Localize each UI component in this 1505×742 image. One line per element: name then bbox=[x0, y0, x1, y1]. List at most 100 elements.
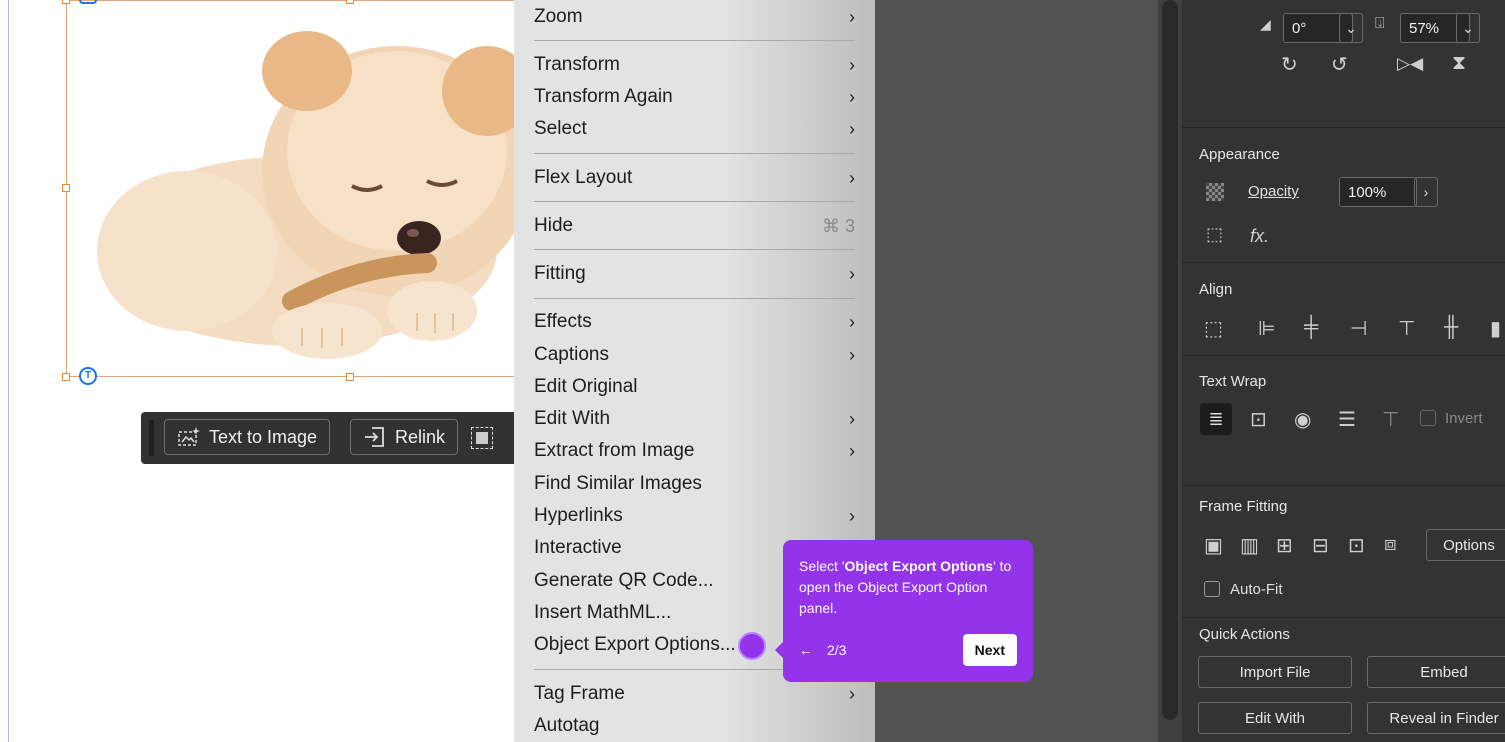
vertical-scrollbar[interactable] bbox=[1158, 0, 1182, 742]
taskbar-drag-handle[interactable] bbox=[149, 420, 154, 456]
edit-with-button[interactable]: Edit With bbox=[1198, 702, 1352, 734]
opacity-field[interactable]: 100% bbox=[1339, 177, 1417, 207]
menu-item-label: Zoom bbox=[534, 6, 583, 27]
menu-item-label: Fitting bbox=[534, 263, 586, 284]
menu-item-transform[interactable]: Transform › bbox=[534, 50, 855, 80]
menu-item-edit-with[interactable]: Edit With › bbox=[534, 404, 855, 434]
align-right-icon[interactable]: ⊣ bbox=[1350, 316, 1367, 341]
align-to-selection-icon[interactable]: ⬚ bbox=[1204, 316, 1223, 341]
menu-item-flex-layout[interactable]: Flex Layout › bbox=[534, 163, 855, 193]
center-content-icon[interactable]: ⊡ bbox=[1348, 533, 1365, 558]
menu-item-extract-from-image[interactable]: Extract from Image › bbox=[534, 436, 855, 466]
chevron-right-icon: › bbox=[849, 440, 855, 461]
text-to-image-button[interactable]: Text to Image bbox=[164, 419, 331, 455]
align-title: Align bbox=[1199, 281, 1233, 298]
align-horizontal-center-icon[interactable]: ╪ bbox=[1304, 316, 1318, 339]
jump-to-next-column-icon[interactable]: ⊤ bbox=[1382, 407, 1399, 432]
embed-button[interactable]: Embed bbox=[1367, 656, 1505, 688]
rotate-counterclockwise-icon[interactable]: ↺ bbox=[1331, 52, 1348, 77]
panel-divider bbox=[1182, 127, 1505, 128]
opacity-expand-button[interactable]: › bbox=[1414, 177, 1438, 207]
puppy-image bbox=[67, 1, 514, 376]
frame-handle-top-center[interactable] bbox=[346, 0, 354, 4]
image-frame[interactable] bbox=[66, 0, 515, 377]
appearance-title: Appearance bbox=[1199, 146, 1280, 163]
fit-content-proportionally-icon[interactable]: ▥ bbox=[1240, 533, 1259, 558]
menu-item-label: Hyperlinks bbox=[534, 505, 623, 526]
link-icon[interactable] bbox=[79, 0, 97, 4]
chevron-right-icon: › bbox=[849, 311, 855, 332]
menu-item-transform-again[interactable]: Transform Again › bbox=[534, 82, 855, 112]
reveal-in-finder-button[interactable]: Reveal in Finder bbox=[1367, 702, 1505, 734]
relink-icon bbox=[365, 427, 384, 447]
effects-fx-icon[interactable]: fx. bbox=[1250, 226, 1269, 247]
frame-fitting-options-button[interactable]: Options bbox=[1426, 529, 1505, 561]
menu-item-select[interactable]: Select › bbox=[534, 114, 855, 144]
no-text-wrap-icon[interactable]: ≣ bbox=[1200, 403, 1232, 435]
fit-frame-to-content-icon[interactable]: ⊞ bbox=[1276, 533, 1293, 558]
frame-handle-bottom-center[interactable] bbox=[346, 373, 354, 381]
panel-divider bbox=[1182, 617, 1505, 618]
scale-dropdown[interactable]: ⌄ bbox=[1456, 13, 1480, 43]
tooltip-next-button[interactable]: Next bbox=[962, 634, 1017, 666]
fill-frame-proportionally-icon[interactable]: ▣ bbox=[1204, 533, 1223, 558]
align-left-icon[interactable]: ⊫ bbox=[1258, 316, 1275, 341]
relink-button[interactable]: Relink bbox=[350, 419, 459, 455]
opacity-label[interactable]: Opacity bbox=[1248, 183, 1299, 200]
frame-handle-top-left[interactable] bbox=[62, 0, 70, 4]
chevron-right-icon: › bbox=[849, 263, 855, 284]
menu-separator bbox=[534, 40, 855, 41]
menu-item-find-similar-images[interactable]: Find Similar Images bbox=[534, 469, 855, 499]
align-vertical-center-icon[interactable]: ╫ bbox=[1444, 316, 1458, 339]
chevron-right-icon: › bbox=[849, 344, 855, 365]
menu-item-label: Captions bbox=[534, 344, 609, 365]
auto-fit-checkbox[interactable] bbox=[1204, 581, 1220, 597]
chevron-right-icon: › bbox=[849, 167, 855, 188]
stroke-frame-icon[interactable]: ⬚ bbox=[1206, 224, 1223, 245]
text-type-icon[interactable]: T bbox=[79, 367, 97, 385]
menu-item-label: Effects bbox=[534, 311, 592, 332]
tooltip-text-bold: Object Export Options bbox=[844, 558, 994, 574]
tooltip-navigation: ← 2/3 bbox=[799, 642, 846, 658]
menu-item-hide[interactable]: Hide ⌘ 3 bbox=[534, 211, 855, 241]
frame-fit-icon[interactable] bbox=[471, 427, 493, 449]
fit-content-to-frame-icon[interactable]: ⊟ bbox=[1312, 533, 1329, 558]
menu-item-label: Transform Again bbox=[534, 86, 673, 107]
align-top-icon[interactable]: ⊤ bbox=[1398, 316, 1415, 341]
menu-item-fitting[interactable]: Fitting › bbox=[534, 259, 855, 289]
wrap-bounding-box-icon[interactable]: ⊡ bbox=[1250, 407, 1267, 432]
text-wrap-title: Text Wrap bbox=[1199, 373, 1267, 390]
tooltip-text: Select 'Object Export Options' to open t… bbox=[799, 556, 1017, 619]
menu-item-edit-original[interactable]: Edit Original bbox=[534, 372, 855, 402]
invert-checkbox[interactable] bbox=[1420, 410, 1436, 426]
menu-item-captions[interactable]: Captions › bbox=[534, 340, 855, 370]
menu-item-hyperlinks[interactable]: Hyperlinks › bbox=[534, 501, 855, 531]
document-page[interactable]: T Text to Image Relink bbox=[0, 0, 521, 742]
tour-hotspot-dot[interactable] bbox=[738, 632, 766, 660]
menu-item-label: Transform bbox=[534, 54, 620, 75]
shear-angle-dropdown[interactable]: ⌄ bbox=[1339, 13, 1363, 43]
frame-handle-bottom-left[interactable] bbox=[62, 373, 70, 381]
scale-icon: ⍗ bbox=[1375, 15, 1385, 32]
wrap-object-shape-icon[interactable]: ◉ bbox=[1294, 407, 1311, 432]
flip-horizontal-icon[interactable]: ▷◀ bbox=[1397, 54, 1423, 74]
chevron-right-icon: › bbox=[849, 683, 855, 704]
flip-vertical-icon[interactable]: ⧗ bbox=[1452, 52, 1466, 75]
menu-item-effects[interactable]: Effects › bbox=[534, 307, 855, 337]
quick-actions-title: Quick Actions bbox=[1199, 626, 1290, 643]
menu-separator bbox=[534, 201, 855, 202]
menu-item-tag-frame[interactable]: Tag Frame › bbox=[534, 679, 855, 709]
properties-panel: ◢ 0° ⌄ ⍗ 57% ⌄ ↻ ↺ ▷◀ ⧗ Appearance Opaci… bbox=[1182, 0, 1505, 742]
import-file-button[interactable]: Import File bbox=[1198, 656, 1352, 688]
opacity-checker-icon bbox=[1206, 183, 1224, 201]
rotate-clockwise-icon[interactable]: ↻ bbox=[1281, 52, 1298, 77]
menu-item-autotag[interactable]: Autotag bbox=[534, 711, 855, 741]
back-arrow-icon[interactable]: ← bbox=[799, 642, 813, 658]
align-bottom-icon[interactable]: ▮ bbox=[1490, 316, 1501, 341]
frame-handle-middle-left[interactable] bbox=[62, 184, 70, 192]
jump-object-icon[interactable]: ☰ bbox=[1338, 407, 1356, 432]
scrollbar-thumb[interactable] bbox=[1162, 0, 1178, 720]
menu-shortcut: ⌘ 3 bbox=[821, 215, 855, 236]
content-aware-fit-icon[interactable]: ⧈ bbox=[1384, 533, 1397, 556]
menu-item-zoom[interactable]: Zoom › bbox=[534, 2, 855, 32]
